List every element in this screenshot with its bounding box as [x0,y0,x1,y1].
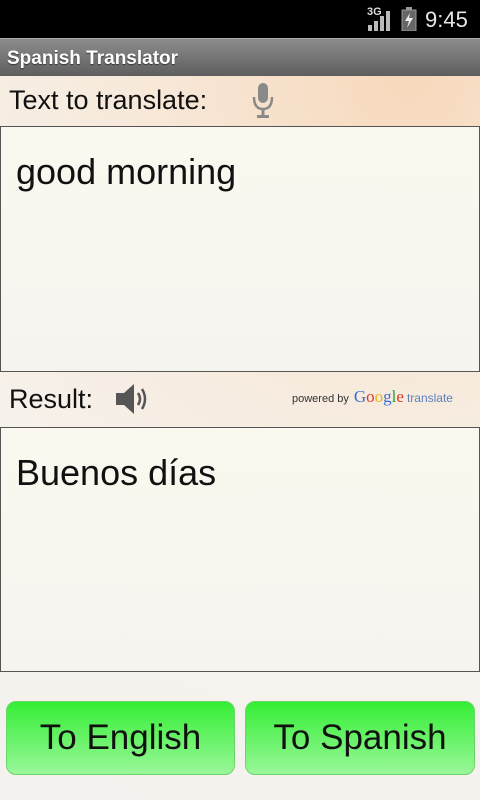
result-text: Buenos días [16,452,217,493]
status-bar: 3G 9:45 [0,0,480,38]
input-text: good morning [16,151,237,192]
result-label: Result: [9,384,94,414]
google-logo-letter: e [396,387,404,406]
app-title: Spanish Translator [7,48,179,69]
powered-by-google-translate: powered by Google translate [292,387,453,409]
clock: 9:45 [425,7,468,32]
to-spanish-button[interactable]: To Spanish [245,701,475,775]
speaker-icon[interactable] [112,379,152,419]
google-logo-letter: o [366,387,375,406]
google-logo: Google [354,387,404,407]
result-field[interactable]: Buenos días [0,427,480,672]
battery-charging-icon [401,7,417,31]
powered-by-text: powered by [292,393,349,405]
main-content: Text to translate: good morning Result: … [0,76,480,800]
microphone-icon[interactable] [250,81,276,121]
google-logo-letter: o [374,387,384,406]
signal-bars-icon [368,11,390,31]
translate-text: translate [406,391,453,405]
to-english-button[interactable]: To English [6,701,235,775]
google-logo-letter: g [383,387,392,406]
input-label: Text to translate: [9,85,208,115]
google-logo-letter: G [353,387,367,406]
app-title-bar: Spanish Translator [0,38,480,76]
text-to-translate-field[interactable]: good morning [0,126,480,372]
